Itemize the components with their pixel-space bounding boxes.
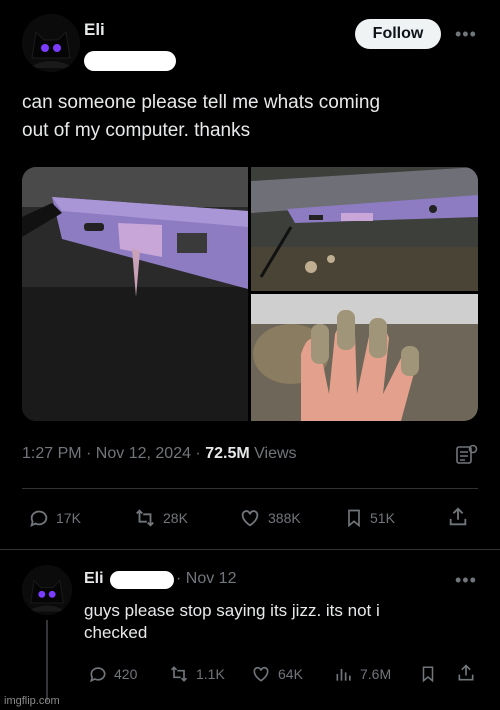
like-icon bbox=[253, 666, 269, 682]
share-icon bbox=[458, 664, 474, 681]
bookmark-count: 51K bbox=[370, 510, 395, 526]
reply-more-icon[interactable]: ••• bbox=[455, 570, 477, 591]
reply-text-line-2: checked bbox=[84, 623, 148, 642]
reply-bookmark-action[interactable] bbox=[419, 664, 437, 684]
like-count: 388K bbox=[268, 510, 301, 526]
author-handle-redacted bbox=[84, 51, 176, 71]
media-photo-2[interactable] bbox=[251, 167, 478, 291]
grok-icon[interactable] bbox=[454, 443, 478, 472]
author-avatar[interactable] bbox=[22, 14, 80, 72]
share-icon bbox=[449, 507, 467, 526]
media-photo-3[interactable] bbox=[251, 294, 478, 421]
reply-repost-count: 1.1K bbox=[196, 666, 225, 682]
reply-author-avatar[interactable] bbox=[22, 565, 72, 615]
reply-reply-count: 420 bbox=[114, 666, 138, 682]
repost-icon bbox=[170, 666, 188, 682]
watermark: imgflip.com bbox=[4, 695, 60, 707]
reply-views-action[interactable]: 7.6M bbox=[334, 664, 391, 684]
bookmark-icon bbox=[348, 509, 360, 528]
views-label: Views bbox=[254, 445, 297, 462]
reply-like-action[interactable]: 64K bbox=[250, 664, 303, 684]
reply-views-count: 7.6M bbox=[360, 666, 392, 682]
analytics-icon bbox=[336, 669, 351, 681]
reply-share-action[interactable] bbox=[456, 663, 476, 683]
reply-handle-redacted bbox=[110, 571, 174, 589]
media-photo-1[interactable] bbox=[22, 167, 248, 421]
like-action[interactable]: 388K bbox=[238, 507, 301, 529]
bookmark-action[interactable]: 51K bbox=[344, 507, 395, 529]
reply-date[interactable]: · Nov 12 bbox=[176, 570, 236, 588]
post-text-line-1: can someone please tell me whats coming bbox=[22, 92, 381, 113]
reply-reply-action[interactable]: 420 bbox=[88, 664, 137, 684]
reply-icon bbox=[90, 667, 106, 683]
post-text-line-2: out of my computer. thanks bbox=[22, 120, 251, 141]
divider-top bbox=[22, 488, 478, 489]
repost-count: 28K bbox=[163, 510, 188, 526]
author-name[interactable]: Eli bbox=[84, 20, 105, 40]
bookmark-icon bbox=[422, 666, 434, 683]
more-icon[interactable]: ••• bbox=[455, 24, 477, 45]
reply-action[interactable]: 17K bbox=[28, 507, 81, 529]
like-icon bbox=[241, 510, 259, 527]
share-action[interactable] bbox=[447, 506, 469, 528]
views-count: 72.5M bbox=[205, 445, 250, 462]
post-timestamp[interactable]: 1:27 PM · Nov 12, 2024 · bbox=[22, 445, 201, 462]
thread-line bbox=[46, 620, 48, 702]
repost-action[interactable]: 28K bbox=[133, 507, 188, 529]
reply-text-line-1: guys please stop saying its jizz. its no… bbox=[84, 601, 380, 620]
media-grid bbox=[22, 167, 478, 421]
reply-like-count: 64K bbox=[278, 666, 303, 682]
divider-bottom bbox=[0, 549, 500, 550]
reply-author-name[interactable]: Eli bbox=[84, 570, 104, 588]
repost-icon bbox=[136, 509, 154, 527]
reply-repost-action[interactable]: 1.1K bbox=[168, 664, 225, 684]
reply-icon bbox=[30, 510, 48, 528]
follow-button[interactable]: Follow bbox=[355, 19, 441, 49]
reply-count: 17K bbox=[56, 510, 81, 526]
post-meta: 1:27 PM · Nov 12, 2024 · 72.5M Views bbox=[22, 445, 297, 463]
